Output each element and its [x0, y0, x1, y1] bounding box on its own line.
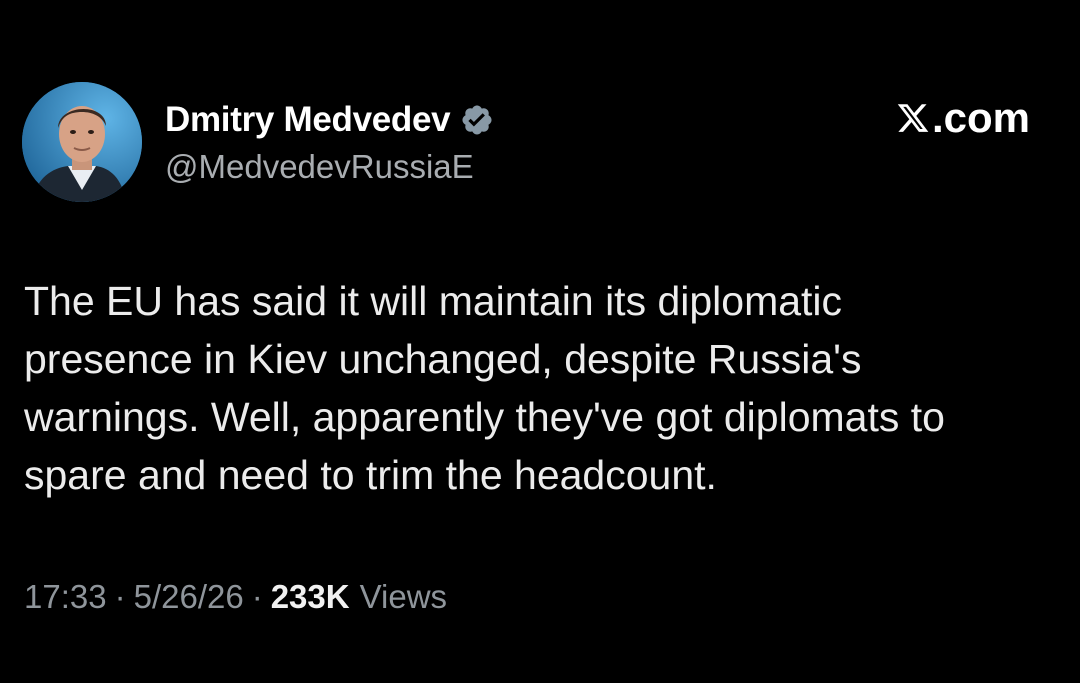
author-display-name[interactable]: Dmitry Medvedev: [165, 100, 451, 140]
author-name-row: Dmitry Medvedev: [165, 98, 494, 142]
x-com-brand: .com: [896, 92, 1030, 144]
meta-separator: ·: [251, 578, 263, 615]
brand-domain-text: .com: [931, 94, 1030, 141]
meta-separator: ·: [114, 578, 126, 615]
tweet-time[interactable]: 17:33: [24, 578, 107, 616]
tweet-text: The EU has said it will maintain its dip…: [24, 278, 945, 498]
views-label: Views: [359, 578, 448, 615]
x-logo-icon: [896, 101, 930, 135]
verified-badge-icon: [460, 103, 494, 137]
author-handle[interactable]: @MedvedevRussiaE: [165, 148, 474, 186]
views-count[interactable]: 233K: [271, 578, 350, 616]
tweet-card: Dmitry Medvedev @MedvedevRussiaE .com Th…: [0, 0, 1080, 683]
profile-photo: [22, 82, 142, 202]
tweet-date[interactable]: 5/26/26: [134, 578, 244, 616]
author-avatar[interactable]: [22, 82, 142, 202]
tweet-meta: 17:33 · 5/26/26 · 233K Views: [24, 578, 447, 616]
